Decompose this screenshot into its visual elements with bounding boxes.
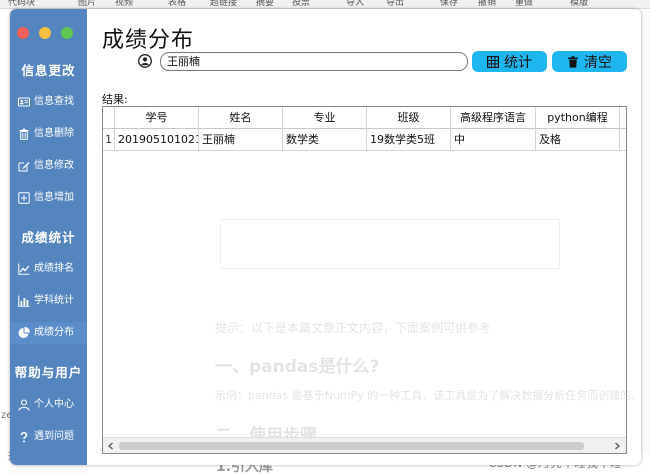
sidebar-item-label: 信息删除: [34, 128, 74, 139]
table-cell[interactable]: 及格: [536, 129, 620, 151]
header-corner: [103, 107, 115, 129]
sidebar-item-score-distribution[interactable]: 成绩分布: [10, 322, 87, 344]
background-editor-toolbar: 代码块 图片 视频 表格 超链接 摘要 投票 导入 导出 保存 撤销 重做 模版: [0, 0, 650, 9]
bg-toolbar-item: 模版: [570, 0, 589, 8]
column-header[interactable]: python编程: [536, 107, 620, 129]
sidebar-item-info-search[interactable]: 信息查找: [10, 91, 87, 113]
table-row[interactable]: 1 2019051010216 王丽楠 数学类 19数学类5班 中 及格: [103, 129, 626, 151]
edit-icon: [18, 162, 30, 172]
stats-button[interactable]: 统计: [472, 51, 547, 72]
row-number: 1: [103, 129, 115, 151]
result-table[interactable]: 学号 姓名 专业 班级 高级程序语言 python编程 1 2019051010…: [102, 106, 627, 454]
sidebar-item-score-ranking[interactable]: 成绩排名: [10, 258, 87, 280]
pie-chart-icon: [18, 327, 30, 338]
sidebar-section-score-stats: 成绩统计: [21, 230, 76, 245]
plus-square-icon: [18, 192, 30, 204]
scroll-left-arrow-icon[interactable]: [106, 441, 116, 451]
table-cell[interactable]: 王丽楠: [199, 129, 283, 151]
bg-toolbar-item: 保存: [440, 0, 459, 8]
line-chart-icon: [18, 263, 30, 275]
background-left-strip: [0, 10, 10, 474]
id-card-icon: [18, 97, 30, 107]
scroll-right-arrow-icon[interactable]: [612, 441, 622, 451]
app-window: 提示：以下是本篇文章正文内容，下面案例可供参考 一、pandas是什么? 示例：…: [10, 9, 641, 465]
sidebar-item-label: 成绩分布: [34, 327, 74, 338]
student-name-input[interactable]: 王丽楠: [160, 52, 468, 71]
stats-button-label: 统计: [504, 53, 532, 70]
table-cell[interactable]: 2019051010216: [115, 129, 199, 151]
sidebar-item-label: 成绩排名: [34, 263, 74, 274]
sidebar-item-label: 信息查找: [34, 96, 74, 107]
sidebar-item-personal-center[interactable]: 个人中心: [10, 394, 87, 416]
bg-toolbar-item: 导出: [386, 0, 405, 8]
bg-toolbar-item: 代码块: [8, 0, 36, 8]
bg-toolbar-item: 导入: [346, 0, 365, 8]
trash-icon: [19, 128, 29, 140]
close-window-button[interactable]: [17, 27, 29, 39]
bg-toolbar-item: 表格: [168, 0, 187, 8]
result-label: 结果:: [102, 93, 128, 106]
bg-toolbar-item: 图片: [78, 0, 97, 8]
clear-button-label: 清空: [584, 53, 612, 70]
bg-toolbar-item: 重做: [515, 0, 534, 8]
minimize-window-button[interactable]: [39, 27, 51, 39]
sidebar-item-problems[interactable]: 遇到问题: [10, 426, 87, 448]
table-icon: [487, 55, 499, 68]
user-icon: [18, 399, 30, 411]
table-cell[interactable]: 19数学类5班: [367, 129, 451, 151]
page-title: 成绩分布: [102, 28, 195, 53]
column-header[interactable]: 姓名: [199, 107, 283, 129]
bg-toolbar-item: 撤销: [478, 0, 497, 8]
sidebar-item-label: 个人中心: [34, 399, 74, 410]
column-header[interactable]: 学号: [115, 107, 199, 129]
bg-toolbar-item: 超链接: [210, 0, 238, 8]
trash-icon: [568, 55, 578, 68]
table-cell[interactable]: 中: [451, 129, 536, 151]
bg-toolbar-item: 投票: [292, 0, 311, 8]
maximize-window-button[interactable]: [61, 27, 73, 39]
sidebar-section-help-user: 帮助与用户: [14, 365, 83, 380]
scrollbar-thumb[interactable]: [119, 442, 584, 450]
sidebar-item-label: 学科统计: [34, 295, 74, 306]
sidebar-section-info-edit: 信息更改: [21, 63, 76, 78]
sidebar-item-info-add[interactable]: 信息增加: [10, 187, 87, 209]
table-header: 学号 姓名 专业 班级 高级程序语言 python编程: [103, 107, 626, 129]
sidebar: 信息更改 信息查找 信息删除 信息修改 信息增加 成绩统计 成绩排名 学科统计 …: [10, 9, 87, 465]
column-header[interactable]: 高级程序语言: [451, 107, 536, 129]
horizontal-scrollbar[interactable]: [103, 437, 626, 453]
sidebar-item-label: 遇到问题: [34, 431, 74, 442]
sidebar-item-label: 信息修改: [34, 160, 74, 171]
bar-chart-icon: [18, 295, 30, 307]
sidebar-item-info-delete[interactable]: 信息删除: [10, 123, 87, 145]
sidebar-item-info-modify[interactable]: 信息修改: [10, 155, 87, 177]
window-controls: [10, 27, 87, 39]
bg-toolbar-item: 摘要: [256, 0, 275, 8]
question-icon: [20, 431, 28, 443]
user-circle-icon: [138, 54, 152, 68]
clear-button[interactable]: 清空: [552, 51, 627, 72]
sidebar-item-label: 信息增加: [34, 192, 74, 203]
sidebar-item-subject-stats[interactable]: 学科统计: [10, 290, 87, 312]
column-header[interactable]: 专业: [283, 107, 367, 129]
table-cell[interactable]: 数学类: [283, 129, 367, 151]
column-header[interactable]: 班级: [367, 107, 451, 129]
background-right-strip: [640, 10, 650, 474]
bg-toolbar-item: 视频: [115, 0, 134, 8]
